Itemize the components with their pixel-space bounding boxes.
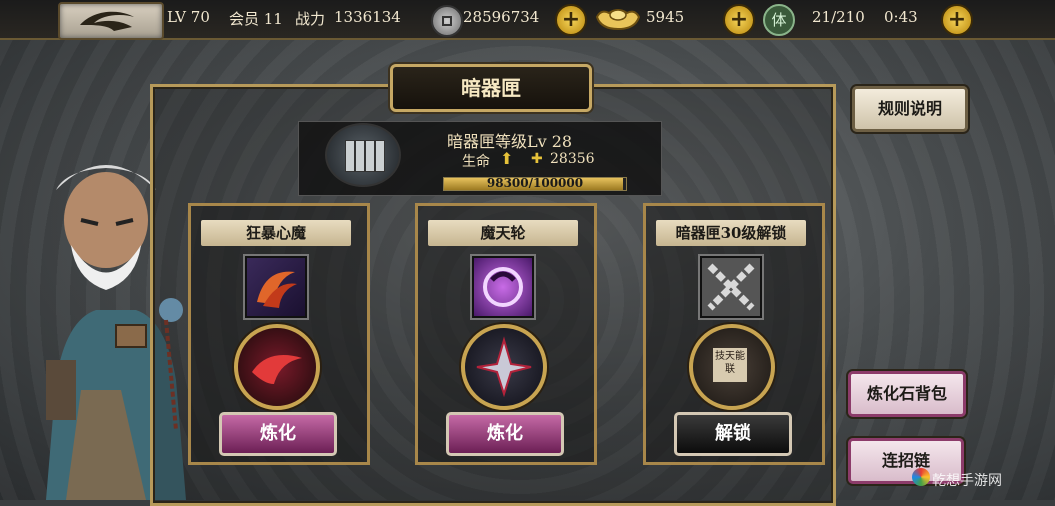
skill-link-orb-icon: 技天能联 [689,324,775,410]
hp-bonus: 28356 [550,151,595,167]
back-button[interactable] [58,2,164,40]
card-demon-wheel: 魔天轮 炼化 [415,203,597,465]
add-coins-button[interactable]: + [555,4,587,36]
watermark-logo-icon [912,468,930,486]
plus-icon: ✚ [531,151,543,167]
top-bar: LV 70 会员 11 战力 1336134 28596734 + 5945 +… [0,0,1055,40]
add-stamina-button[interactable]: + [941,4,973,36]
watermark: 乾想手游网 [932,473,1002,489]
purple-wheel-icon[interactable] [472,256,534,318]
exp-text: 98300/100000 [486,176,584,190]
add-ingots-button[interactable]: + [723,4,755,36]
ingot-count: 5945 [646,8,685,26]
coin-count: 28596734 [463,8,540,26]
blade-wheel-orb-icon[interactable] [461,324,547,410]
card-title: 暗器匣30级解锁 [656,220,806,246]
hp-label: 生命 [462,154,490,170]
panel-title: 暗器匣 [390,64,592,112]
up-arrow-icon: ⬆ [500,149,514,168]
card-title: 魔天轮 [428,220,578,246]
gold-ingot-icon [595,9,641,31]
stamina-count: 21/210 [812,8,865,26]
chain-lock-icon [700,256,762,318]
unlock-button[interactable]: 解锁 [674,412,792,456]
power-label: 战力 [295,10,326,28]
stamina-icon: 体 [763,4,795,36]
rules-button[interactable]: 规则说明 [852,86,968,132]
hidden-weapon-box-icon [325,123,401,187]
exp-bar: 98300/100000 [443,176,627,191]
back-swirl-icon [80,11,134,31]
card-title: 狂暴心魔 [201,220,351,246]
refine-button[interactable]: 炼化 [446,412,564,456]
refining-stone-bag-button[interactable]: 炼化石背包 [848,371,966,417]
stamina-timer: 0:43 [884,8,918,26]
card-locked-slot: 暗器匣30级解锁 技天能联 解锁 [643,203,825,465]
power-value: 1336134 [334,8,401,26]
skill-link-label: 技天能联 [713,348,747,382]
refine-button[interactable]: 炼化 [219,412,337,456]
vip-level: 会员 11 [229,10,283,28]
red-skill-orb-icon[interactable] [234,324,320,410]
coin-icon [431,5,463,37]
card-berserk-demon: 狂暴心魔 炼化 [188,203,370,465]
claw-weapon-icon[interactable] [245,256,307,318]
player-level: LV 70 [167,8,210,26]
